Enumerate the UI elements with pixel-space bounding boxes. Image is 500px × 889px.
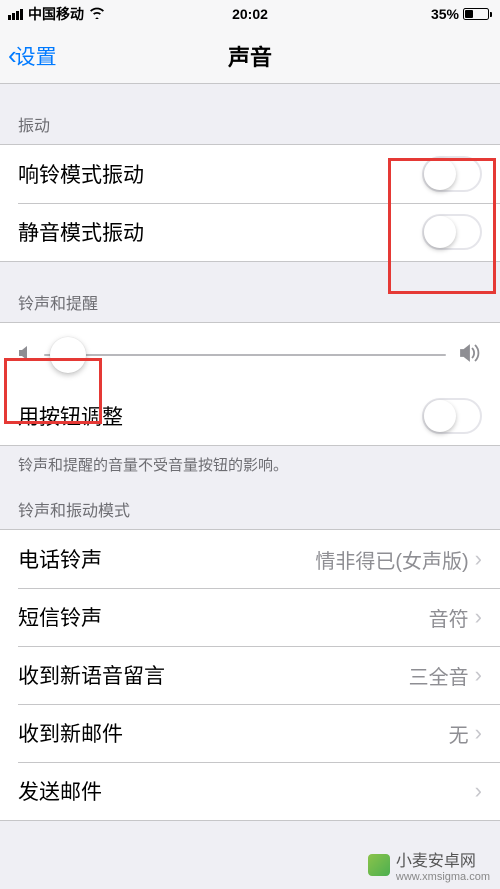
cell-voicemail[interactable]: 收到新语音留言 三全音 › xyxy=(0,646,500,704)
section-header-vibrate: 振动 xyxy=(0,84,500,144)
status-time: 20:02 xyxy=(232,6,268,22)
cell-sent-mail[interactable]: 发送邮件 › xyxy=(0,762,500,820)
watermark-text: 小麦安卓网 www.xmsigma.com xyxy=(396,847,490,883)
carrier-label: 中国移动 xyxy=(28,4,84,24)
slider-thumb[interactable] xyxy=(50,337,86,373)
voicemail-label: 收到新语音留言 xyxy=(18,660,409,690)
cell-new-mail[interactable]: 收到新邮件 无 › xyxy=(0,704,500,762)
battery-percent: 35% xyxy=(431,6,459,22)
volume-slider-cell xyxy=(0,323,500,387)
volume-low-icon xyxy=(18,344,30,367)
battery-icon xyxy=(463,8,492,20)
silent-vibrate-label: 静音模式振动 xyxy=(18,217,422,247)
page-title: 声音 xyxy=(228,40,272,72)
button-adjust-label: 用按钮调整 xyxy=(18,401,422,431)
volume-high-icon xyxy=(460,344,482,367)
cell-group-vibrate: 响铃模式振动 静音模式振动 xyxy=(0,144,500,262)
voicemail-value: 三全音 xyxy=(409,661,469,690)
cell-text-tone[interactable]: 短信铃声 音符 › xyxy=(0,588,500,646)
section-footer-ringer: 铃声和提醒的音量不受音量按钮的影响。 xyxy=(0,446,500,479)
new-mail-label: 收到新邮件 xyxy=(18,718,449,748)
ringtone-label: 电话铃声 xyxy=(18,544,315,574)
watermark: 小麦安卓网 www.xmsigma.com xyxy=(368,847,490,883)
back-label: 设置 xyxy=(15,41,57,71)
section-header-tones: 铃声和振动模式 xyxy=(0,479,500,529)
status-left: 中国移动 xyxy=(8,4,105,24)
cell-silent-vibrate: 静音模式振动 xyxy=(0,203,500,261)
ring-vibrate-toggle[interactable] xyxy=(422,156,482,192)
section-header-ringer: 铃声和提醒 xyxy=(0,262,500,322)
ring-vibrate-label: 响铃模式振动 xyxy=(18,159,422,189)
sent-mail-label: 发送邮件 xyxy=(18,776,469,806)
chevron-right-icon: › xyxy=(475,604,482,630)
new-mail-value: 无 xyxy=(449,719,469,748)
nav-bar: ‹ 设置 声音 xyxy=(0,28,500,84)
text-tone-value: 音符 xyxy=(429,603,469,632)
silent-vibrate-toggle[interactable] xyxy=(422,214,482,250)
cell-group-tones: 电话铃声 情非得已(女声版) › 短信铃声 音符 › 收到新语音留言 三全音 ›… xyxy=(0,529,500,821)
cell-group-ringer: 用按钮调整 xyxy=(0,322,500,446)
wifi-icon xyxy=(89,7,105,22)
signal-icon xyxy=(8,9,23,20)
volume-slider[interactable] xyxy=(44,354,446,356)
cell-button-adjust: 用按钮调整 xyxy=(0,387,500,445)
cell-ring-vibrate: 响铃模式振动 xyxy=(0,145,500,203)
button-adjust-toggle[interactable] xyxy=(422,398,482,434)
chevron-right-icon: › xyxy=(475,720,482,746)
text-tone-label: 短信铃声 xyxy=(18,602,429,632)
chevron-right-icon: › xyxy=(475,546,482,572)
chevron-right-icon: › xyxy=(475,662,482,688)
ringtone-value: 情非得已(女声版) xyxy=(315,545,468,574)
chevron-right-icon: › xyxy=(475,778,482,804)
cell-ringtone[interactable]: 电话铃声 情非得已(女声版) › xyxy=(0,530,500,588)
status-right: 35% xyxy=(431,6,492,22)
watermark-logo-icon xyxy=(368,854,390,876)
status-bar: 中国移动 20:02 35% xyxy=(0,0,500,28)
back-button[interactable]: ‹ 设置 xyxy=(8,40,57,71)
